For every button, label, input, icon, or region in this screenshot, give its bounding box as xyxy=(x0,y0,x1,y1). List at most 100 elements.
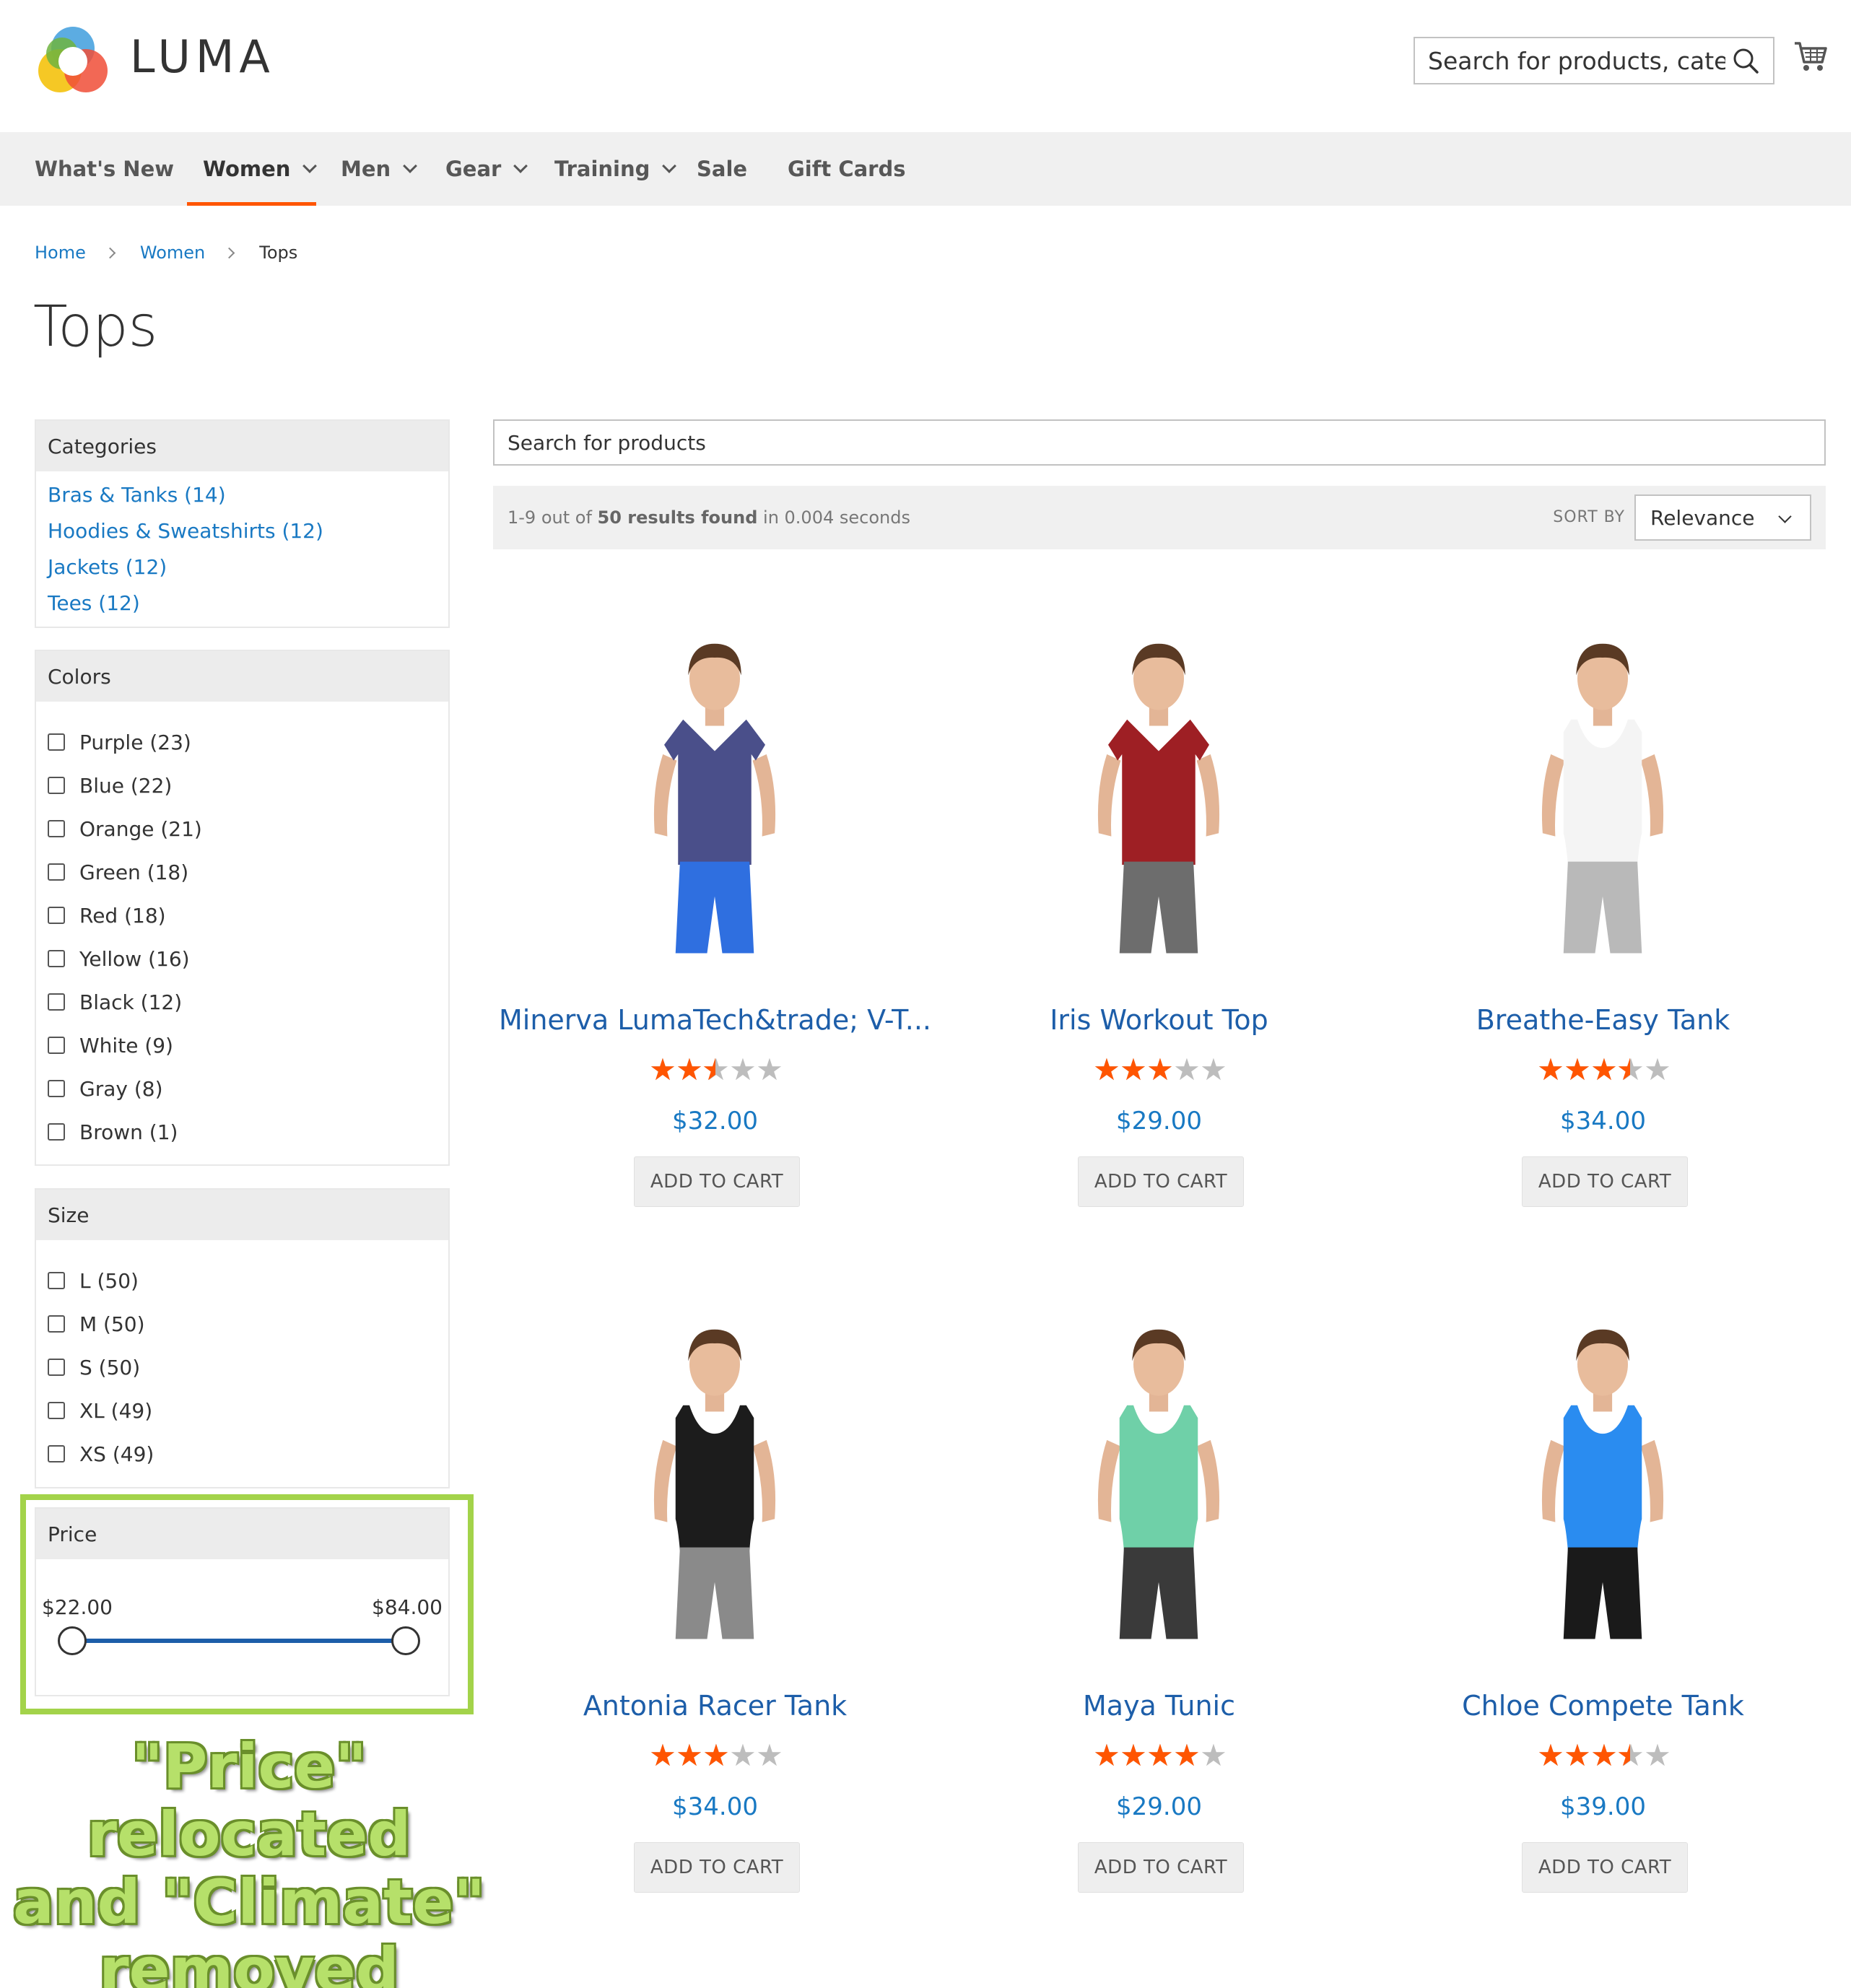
checkbox[interactable] xyxy=(48,863,65,881)
cart-icon[interactable] xyxy=(1793,39,1828,74)
checkbox[interactable] xyxy=(48,777,65,794)
checkbox[interactable] xyxy=(48,993,65,1011)
product-name-link[interactable]: Chloe Compete Tank xyxy=(1381,1690,1825,1722)
size-option[interactable]: XS (49) xyxy=(36,1432,448,1475)
size-option[interactable]: XL (49) xyxy=(36,1389,448,1432)
filter-title[interactable]: Colors xyxy=(36,651,448,702)
price-slider-min-handle[interactable] xyxy=(58,1626,87,1655)
results-count: 50 results found xyxy=(597,507,758,528)
color-option[interactable]: White (9) xyxy=(36,1024,448,1067)
product-name-link[interactable]: Maya Tunic xyxy=(937,1690,1381,1722)
product-name-link[interactable]: Breathe-Easy Tank xyxy=(1381,1004,1825,1036)
checkbox[interactable] xyxy=(48,1402,65,1419)
nav-item-gift-cards[interactable]: Gift Cards xyxy=(788,132,906,206)
category-link[interactable]: Jackets (12) xyxy=(48,549,448,585)
price-slider-track[interactable] xyxy=(72,1639,406,1643)
star-icon: ★★ xyxy=(1173,1052,1201,1087)
price-slider-max-handle[interactable] xyxy=(391,1626,420,1655)
option-label: White (9) xyxy=(79,1033,173,1058)
results-prefix: 1-9 out of xyxy=(508,507,598,528)
color-option[interactable]: Brown (1) xyxy=(36,1110,448,1154)
product-name-link[interactable]: Minerva LumaTech&trade; V-T... xyxy=(493,1004,937,1036)
color-option[interactable]: Orange (21) xyxy=(36,807,448,850)
size-option[interactable]: M (50) xyxy=(36,1302,448,1346)
product-name-link[interactable]: Antonia Racer Tank xyxy=(493,1690,937,1722)
filter-title[interactable]: Categories xyxy=(36,421,448,471)
results-suffix: in 0.004 seconds xyxy=(757,507,910,528)
checkbox[interactable] xyxy=(48,950,65,967)
chevron-down-icon xyxy=(1778,510,1792,523)
chevron-down-icon xyxy=(662,159,677,173)
checkbox[interactable] xyxy=(48,1272,65,1289)
color-option[interactable]: Green (18) xyxy=(36,850,448,894)
product-image[interactable] xyxy=(1032,1287,1285,1662)
star-icon: ★★ xyxy=(1146,1738,1174,1773)
add-to-cart-button[interactable]: ADD TO CART xyxy=(1078,1156,1244,1207)
color-option[interactable]: Red (18) xyxy=(36,894,448,937)
nav-label: Men xyxy=(341,157,391,181)
checkbox[interactable] xyxy=(48,820,65,837)
checkbox[interactable] xyxy=(48,1037,65,1054)
checkbox[interactable] xyxy=(48,1315,65,1333)
color-option[interactable]: Blue (22) xyxy=(36,764,448,807)
size-option[interactable]: S (50) xyxy=(36,1346,448,1389)
product-image[interactable] xyxy=(588,1287,841,1662)
color-option[interactable]: Yellow (16) xyxy=(36,937,448,980)
nav-item-gear[interactable]: Gear xyxy=(445,132,528,206)
chevron-right-icon xyxy=(104,247,116,258)
product-image[interactable] xyxy=(588,601,841,977)
nav-item-training[interactable]: Training xyxy=(554,132,677,206)
nav-item-women[interactable]: Women xyxy=(186,132,318,206)
breadcrumb-women-link[interactable]: Women xyxy=(140,243,205,263)
color-option[interactable]: Gray (8) xyxy=(36,1067,448,1110)
breadcrumb: Home Women Tops xyxy=(35,243,297,263)
product-image[interactable] xyxy=(1032,601,1285,977)
star-icon: ★★ xyxy=(676,1738,703,1773)
product-image[interactable] xyxy=(1476,601,1729,977)
product-image[interactable] xyxy=(1476,1287,1729,1662)
sort-select[interactable]: Relevance xyxy=(1634,494,1811,541)
sort-label: SORT BY xyxy=(1553,508,1625,526)
star-icon: ★★ xyxy=(1093,1738,1120,1773)
category-link[interactable]: Bras & Tanks (14) xyxy=(48,477,448,513)
star-icon: ★★ xyxy=(1093,1052,1120,1087)
star-icon: ★★ xyxy=(1616,1052,1645,1087)
star-icon: ★★ xyxy=(1590,1052,1618,1087)
color-option[interactable]: Purple (23) xyxy=(36,720,448,764)
color-option[interactable]: Black (12) xyxy=(36,980,448,1024)
checkbox[interactable] xyxy=(48,1080,65,1097)
add-to-cart-button[interactable]: ADD TO CART xyxy=(634,1842,800,1893)
product-name-link[interactable]: Iris Workout Top xyxy=(937,1004,1381,1036)
rating-stars: ★★★★★★★★★★ xyxy=(1381,1738,1825,1773)
search-icon[interactable] xyxy=(1731,46,1760,75)
size-option[interactable]: L (50) xyxy=(36,1259,448,1302)
product-search-input[interactable]: Search for products xyxy=(493,419,1826,466)
star-icon: ★★ xyxy=(702,1052,730,1087)
add-to-cart-button[interactable]: ADD TO CART xyxy=(634,1156,800,1207)
size-filter: Size L (50) M (50) S (50) XL (49) XS (49… xyxy=(35,1188,450,1488)
add-to-cart-button[interactable]: ADD TO CART xyxy=(1522,1156,1688,1207)
chevron-down-icon xyxy=(513,159,528,173)
filter-title[interactable]: Size xyxy=(36,1190,448,1240)
logo-text[interactable]: LUMA xyxy=(130,30,275,83)
checkbox[interactable] xyxy=(48,733,65,751)
add-to-cart-button[interactable]: ADD TO CART xyxy=(1522,1842,1688,1893)
nav-item-sale[interactable]: Sale xyxy=(697,132,747,206)
product-search-placeholder: Search for products xyxy=(508,430,706,455)
star-icon: ★★ xyxy=(676,1052,703,1087)
add-to-cart-button[interactable]: ADD TO CART xyxy=(1078,1842,1244,1893)
nav-item-whats-new[interactable]: What's New xyxy=(35,132,174,206)
category-link[interactable]: Hoodies & Sweatshirts (12) xyxy=(48,513,448,549)
checkbox[interactable] xyxy=(48,1123,65,1141)
checkbox[interactable] xyxy=(48,1445,65,1462)
filter-title[interactable]: Price xyxy=(36,1509,448,1559)
breadcrumb-home-link[interactable]: Home xyxy=(35,243,86,263)
luma-logo-icon[interactable] xyxy=(35,23,111,100)
checkbox[interactable] xyxy=(48,907,65,924)
category-link[interactable]: Tees (12) xyxy=(48,585,448,622)
star-icon: ★★ xyxy=(1173,1738,1201,1773)
checkbox[interactable] xyxy=(48,1359,65,1376)
nav-item-men[interactable]: Men xyxy=(341,132,418,206)
annotation-text: "Price" relocated and "Climate" removed xyxy=(0,1732,498,1988)
site-search-input[interactable]: Search for products, catego xyxy=(1414,37,1774,84)
